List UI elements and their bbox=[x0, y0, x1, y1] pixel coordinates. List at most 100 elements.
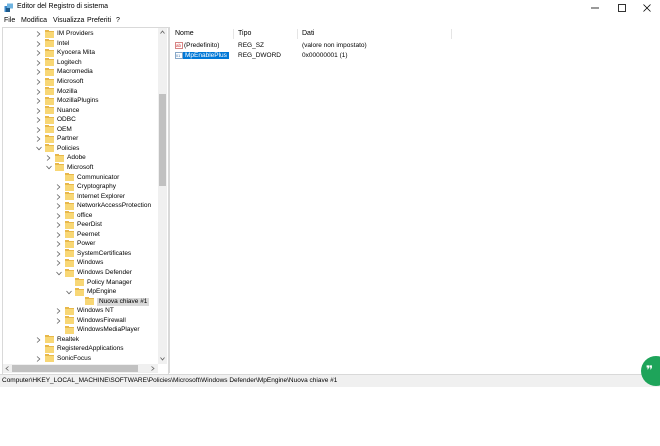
chevron-right-icon[interactable] bbox=[35, 355, 42, 362]
chevron-right-icon[interactable] bbox=[55, 250, 62, 257]
scroll-up-icon[interactable] bbox=[160, 30, 165, 34]
column-header-tipo[interactable]: Tipo bbox=[238, 30, 251, 37]
chevron-right-icon[interactable] bbox=[35, 31, 42, 38]
tree-item[interactable]: Policies bbox=[35, 144, 79, 154]
tree-item[interactable]: SonicFocus bbox=[35, 354, 91, 364]
folder-icon bbox=[45, 144, 54, 153]
tree-item[interactable]: RegisteredApplications bbox=[35, 344, 124, 355]
column-separator[interactable] bbox=[233, 29, 234, 39]
tree-item[interactable]: Partner bbox=[35, 134, 78, 145]
tree-item[interactable]: Policy Manager bbox=[65, 278, 132, 288]
menu-modifica[interactable]: Modifica bbox=[21, 17, 47, 24]
chevron-right-icon[interactable] bbox=[55, 260, 62, 267]
tree-item[interactable]: SystemCertificates bbox=[55, 249, 131, 259]
tree-item[interactable]: Windows NT bbox=[55, 306, 114, 316]
chevron-right-icon[interactable] bbox=[55, 203, 62, 210]
tree-item[interactable]: Realtek bbox=[35, 335, 79, 345]
tree-item[interactable]: Microsoft bbox=[35, 77, 83, 87]
values-list[interactable]: Nome Tipo Dati ab (Predefinito) REG_SZ (… bbox=[169, 27, 660, 373]
chevron-right-icon[interactable] bbox=[55, 184, 62, 191]
tree-item[interactable]: Internet Explorer bbox=[55, 192, 125, 202]
chevron-right-icon[interactable] bbox=[35, 59, 42, 66]
registry-tree[interactable]: IM Providers Intel Kyocera Mita Logitech Mac… bbox=[2, 27, 169, 375]
tree-item[interactable]: ODBC bbox=[35, 115, 76, 125]
chevron-right-icon[interactable] bbox=[35, 117, 42, 124]
chevron-right-icon[interactable] bbox=[45, 155, 52, 162]
chevron-right-icon[interactable] bbox=[35, 40, 42, 47]
maximize-button[interactable] bbox=[609, 0, 635, 16]
chevron-right-icon[interactable] bbox=[35, 98, 42, 105]
tree-item[interactable]: Nuova chiave #1 bbox=[75, 297, 150, 307]
chevron-down-icon[interactable] bbox=[65, 289, 72, 296]
minimize-button[interactable] bbox=[582, 0, 608, 16]
tree-item[interactable]: office bbox=[55, 211, 92, 221]
tree-item[interactable]: Intel bbox=[35, 39, 69, 49]
tree-item-label: Microsoft bbox=[57, 78, 84, 85]
chevron-right-icon[interactable] bbox=[55, 317, 62, 324]
chevron-right-icon[interactable] bbox=[35, 79, 42, 86]
close-button[interactable] bbox=[634, 0, 660, 16]
chevron-right-icon[interactable] bbox=[55, 308, 62, 315]
chevron-right-icon[interactable] bbox=[35, 50, 42, 57]
chevron-down-icon[interactable] bbox=[35, 145, 42, 152]
menu-file[interactable]: File bbox=[4, 17, 15, 24]
chevron-right-icon[interactable] bbox=[55, 231, 62, 238]
tree-item[interactable]: MozillaPlugins bbox=[35, 96, 99, 106]
tree-item-label: RegisteredApplications bbox=[57, 345, 124, 353]
tree-item[interactable]: Kyocera Mita bbox=[35, 48, 95, 59]
tree-item[interactable]: NetworkAccessProtection bbox=[55, 201, 151, 211]
tree-item[interactable]: Power bbox=[55, 239, 95, 250]
column-header-dati[interactable]: Dati bbox=[302, 30, 314, 37]
chevron-right-icon[interactable] bbox=[35, 107, 42, 114]
tree-item[interactable]: Adobe bbox=[45, 153, 86, 164]
menu-preferiti[interactable]: Preferiti bbox=[87, 17, 111, 24]
column-separator[interactable] bbox=[451, 29, 452, 39]
tree-item[interactable]: OEM bbox=[35, 125, 72, 135]
menu-help[interactable]: ? bbox=[116, 17, 120, 24]
chevron-right-icon[interactable] bbox=[55, 212, 62, 219]
tree-item[interactable]: WindowsFirewall bbox=[55, 316, 126, 326]
chevron-right-icon[interactable] bbox=[35, 336, 42, 343]
tree-item[interactable]: PeerDist bbox=[55, 220, 102, 231]
maximize-icon bbox=[618, 4, 626, 12]
tree-vertical-scroll-thumb[interactable] bbox=[159, 94, 166, 186]
tree-item[interactable]: IM Providers bbox=[35, 29, 93, 40]
chevron-right-icon[interactable] bbox=[55, 222, 62, 229]
chevron-right-icon[interactable] bbox=[35, 136, 42, 143]
tree-item[interactable]: Microsoft bbox=[45, 163, 93, 173]
tree-item[interactable]: Mozilla bbox=[35, 87, 77, 97]
tree-item[interactable]: Communicator bbox=[55, 173, 119, 183]
tree-item[interactable]: Logitech bbox=[35, 58, 82, 68]
tree-item[interactable]: Windows bbox=[55, 258, 103, 269]
menu-visualizza[interactable]: Visualizza bbox=[53, 17, 84, 24]
column-header-nome[interactable]: Nome bbox=[175, 30, 194, 37]
scroll-left-icon[interactable] bbox=[5, 366, 9, 371]
tree-horizontal-scroll-thumb[interactable] bbox=[12, 365, 138, 372]
tree-item[interactable]: Cryptography bbox=[55, 182, 116, 192]
folder-icon bbox=[45, 58, 54, 67]
chevron-down-icon[interactable] bbox=[55, 270, 62, 277]
value-type: REG_SZ bbox=[238, 42, 265, 49]
value-name: MpEnablePlus bbox=[183, 51, 229, 59]
scroll-right-icon[interactable] bbox=[151, 366, 155, 371]
column-separator[interactable] bbox=[297, 29, 298, 39]
chevron-right-icon[interactable] bbox=[55, 241, 62, 248]
tree-item[interactable]: MpEngine bbox=[65, 287, 116, 297]
chevron-right-icon[interactable] bbox=[35, 126, 42, 133]
tree-horizontal-scrollbar[interactable] bbox=[3, 364, 158, 373]
tree-item[interactable]: Nuance bbox=[35, 106, 79, 116]
chevron-right-icon[interactable] bbox=[35, 88, 42, 95]
chevron-right-icon[interactable] bbox=[55, 193, 62, 200]
tree-item[interactable]: WindowsMediaPlayer bbox=[55, 325, 140, 336]
tree-item[interactable]: Peernet bbox=[55, 230, 100, 240]
tree-vertical-scrollbar[interactable] bbox=[158, 28, 167, 364]
folder-icon bbox=[65, 268, 74, 277]
chevron-down-icon[interactable] bbox=[45, 164, 52, 171]
folder-icon bbox=[45, 96, 54, 105]
tree-item[interactable]: Windows Defender bbox=[55, 268, 132, 278]
tree-item[interactable]: Macromedia bbox=[35, 67, 93, 78]
scroll-down-icon[interactable] bbox=[160, 357, 165, 361]
folder-icon bbox=[75, 278, 84, 287]
chevron-right-icon[interactable] bbox=[35, 69, 42, 76]
